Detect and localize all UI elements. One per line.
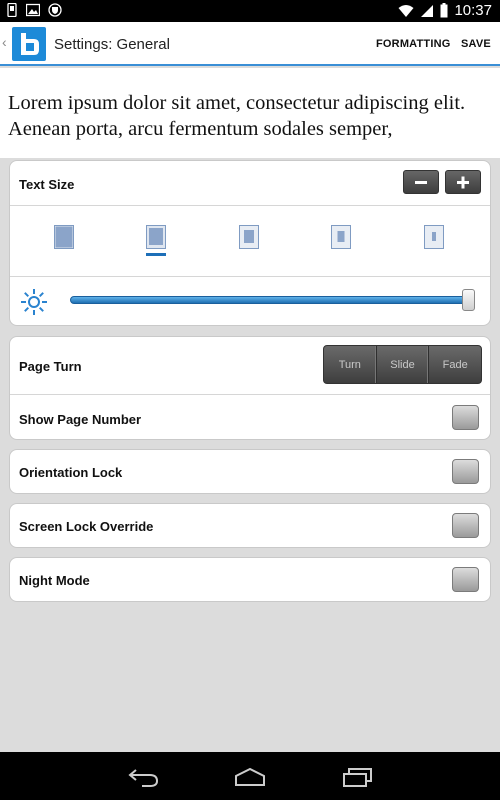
back-chevron-icon[interactable]: ‹ [2, 34, 7, 50]
preview-text: Lorem ipsum dolor sit amet, consectetur … [8, 92, 466, 140]
orientation-lock-card: Orientation Lock [9, 449, 491, 494]
text-size-card: Text Size [9, 160, 491, 326]
text-preview: Lorem ipsum dolor sit amet, consectetur … [0, 68, 500, 158]
back-nav-icon[interactable] [128, 766, 160, 788]
action-bar: ‹ Settings: General FORMATTING SAVE [0, 22, 500, 66]
page-turn-option-slide[interactable]: Slide [377, 346, 430, 383]
minus-icon [415, 181, 427, 184]
night-mode-checkbox[interactable] [452, 567, 479, 592]
page-turn-option-fade[interactable]: Fade [429, 346, 481, 383]
text-size-option-3[interactable] [239, 225, 259, 249]
navigation-bar [0, 752, 500, 800]
battery-icon [440, 3, 448, 18]
show-page-number-label: Show Page Number [19, 412, 142, 427]
plus-icon [457, 176, 469, 189]
wifi-icon [398, 4, 414, 17]
shield-notification-icon [48, 3, 62, 17]
screen-lock-override-label: Screen Lock Override [19, 519, 154, 534]
screen-lock-override-card: Screen Lock Override [9, 503, 491, 548]
brightness-icon [21, 289, 47, 315]
brightness-slider-track[interactable] [70, 296, 474, 304]
night-mode-card: Night Mode [9, 557, 491, 602]
decrease-size-button[interactable] [403, 170, 439, 194]
page-turn-option-turn[interactable]: Turn [324, 346, 377, 383]
selected-size-indicator [146, 253, 166, 256]
status-bar: 10:37 [0, 0, 500, 22]
orientation-lock-label: Orientation Lock [19, 465, 123, 480]
phone-notification-icon [7, 3, 17, 17]
show-page-number-checkbox[interactable] [452, 405, 479, 430]
text-size-option-1[interactable] [54, 225, 74, 249]
increase-size-button[interactable] [445, 170, 481, 194]
text-size-option-2[interactable] [146, 225, 166, 249]
page-turn-card: Page Turn Turn Slide Fade Show Page Numb… [9, 336, 491, 440]
screen-lock-override-checkbox[interactable] [452, 513, 479, 538]
text-size-label: Text Size [19, 177, 75, 192]
app-logo[interactable] [12, 27, 46, 61]
text-size-option-5[interactable] [424, 225, 444, 249]
signal-icon [421, 4, 434, 17]
screen-title: Settings: General [54, 36, 170, 53]
page-turn-segmented-control: Turn Slide Fade [323, 345, 482, 384]
text-size-option-4[interactable] [331, 225, 351, 249]
home-nav-icon[interactable] [234, 766, 266, 788]
page-turn-label: Page Turn [19, 359, 82, 374]
orientation-lock-checkbox[interactable] [452, 459, 479, 484]
recent-apps-nav-icon[interactable] [342, 766, 374, 788]
formatting-button[interactable]: FORMATTING [376, 38, 451, 50]
save-button[interactable]: SAVE [461, 38, 491, 50]
night-mode-label: Night Mode [19, 573, 90, 588]
b-logo-icon [21, 33, 39, 55]
image-notification-icon [26, 3, 40, 17]
status-time: 10:37 [454, 2, 492, 19]
brightness-slider-thumb[interactable] [462, 289, 475, 311]
